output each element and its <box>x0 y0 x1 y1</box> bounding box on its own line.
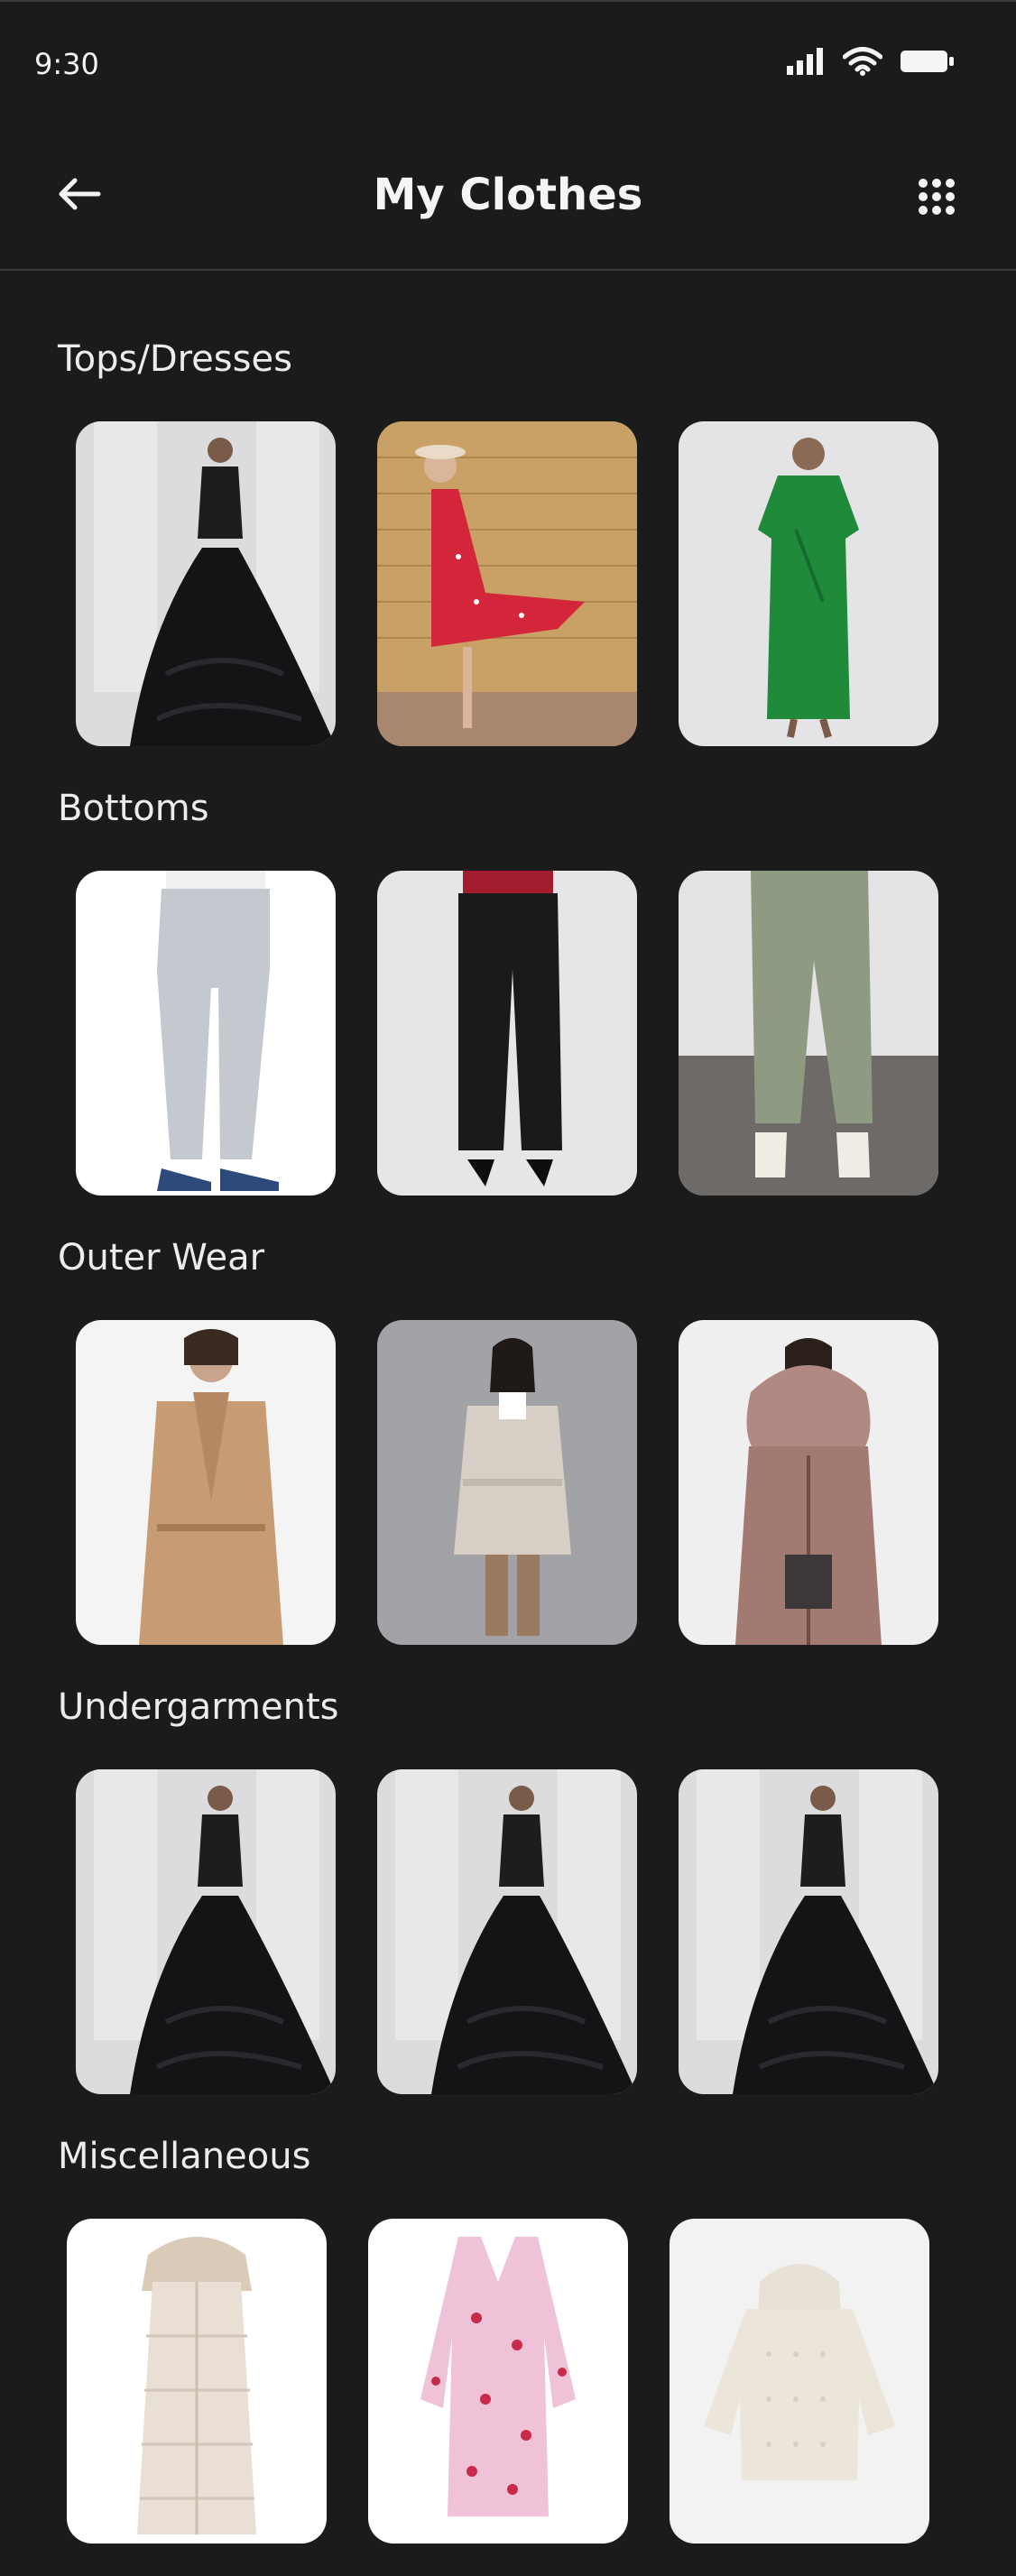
section-title-undergarments: Undergarments <box>58 1686 339 1728</box>
clothing-item-thumbnail[interactable] <box>76 871 336 1196</box>
green-satin-dress-photo <box>679 421 938 746</box>
clothing-item-thumbnail[interactable] <box>76 421 336 746</box>
clothing-item-thumbnail[interactable] <box>377 1769 637 2094</box>
clothing-item-thumbnail[interactable] <box>76 1769 336 2094</box>
black-ruffled-gown-photo <box>76 1769 336 2094</box>
beige-belted-coat-photo <box>377 1320 637 1645</box>
black-ruffled-gown-photo <box>76 421 336 746</box>
pink-fur-hood-parka-photo <box>679 1320 938 1645</box>
app-header: My Clothes <box>0 117 1016 271</box>
light-grey-jeans-photo <box>76 871 336 1196</box>
clothing-item-thumbnail[interactable] <box>679 421 938 746</box>
cream-quilted-jacket-photo <box>670 2219 929 2544</box>
black-ruffled-gown-photo <box>679 1769 938 2094</box>
clothing-item-thumbnail[interactable] <box>377 1320 637 1645</box>
black-ruffled-gown-photo <box>377 1769 637 2094</box>
signal-icon <box>787 48 825 78</box>
section-title-bottoms: Bottoms <box>58 788 209 829</box>
red-floral-dress-photo <box>377 421 637 746</box>
pink-floral-mini-dress-photo <box>368 2219 628 2544</box>
clothing-item-thumbnail[interactable] <box>67 2219 327 2544</box>
clothing-item-thumbnail[interactable] <box>679 1769 938 2094</box>
clothing-item-thumbnail[interactable] <box>670 2219 929 2544</box>
sage-cargo-pants-photo <box>679 871 938 1196</box>
status-icons <box>787 47 955 79</box>
grid-menu-button[interactable] <box>910 171 964 226</box>
section-title-tops-dresses: Tops/Dresses <box>58 338 292 380</box>
section-title-miscellaneous: Miscellaneous <box>58 2136 311 2177</box>
clothing-item-thumbnail[interactable] <box>679 871 938 1196</box>
section-title-outer-wear: Outer Wear <box>58 1237 265 1279</box>
camel-wrap-coat-photo <box>76 1320 336 1645</box>
clothing-item-thumbnail[interactable] <box>76 1320 336 1645</box>
page-title: My Clothes <box>373 170 643 220</box>
clothing-item-thumbnail[interactable] <box>368 2219 628 2544</box>
black-trousers-photo <box>377 871 637 1196</box>
wifi-icon <box>842 47 883 79</box>
battery-icon <box>901 49 955 78</box>
cream-puffer-coat-photo <box>67 2219 327 2544</box>
clothing-item-thumbnail[interactable] <box>377 421 637 746</box>
status-time: 9:30 <box>34 47 99 81</box>
clothing-item-thumbnail[interactable] <box>679 1320 938 1645</box>
grid-dots-icon <box>918 178 956 219</box>
status-bar: 9:30 <box>0 0 1016 117</box>
clothing-item-thumbnail[interactable] <box>377 871 637 1196</box>
